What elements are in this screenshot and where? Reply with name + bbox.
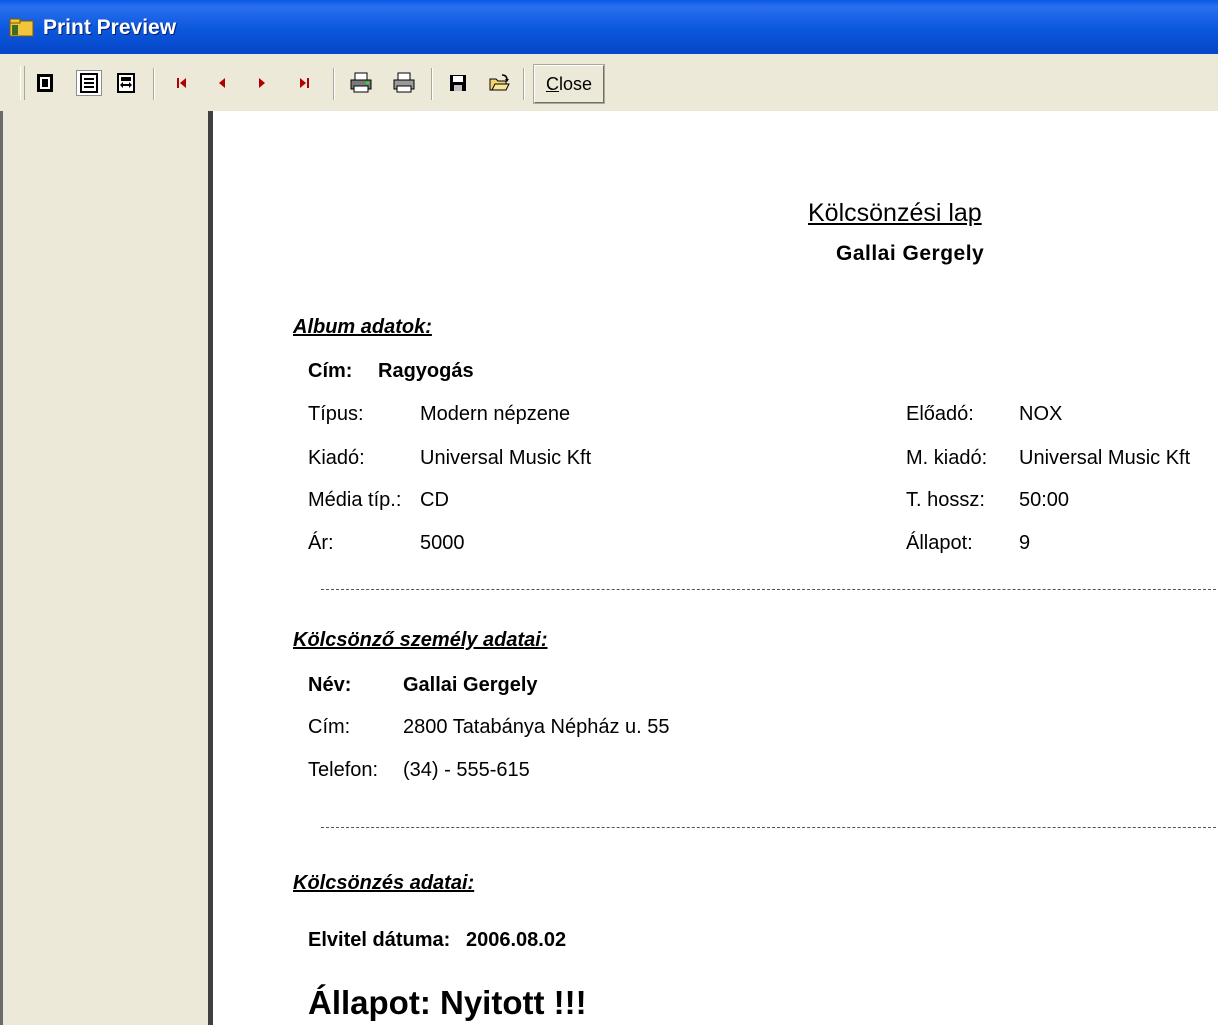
condition-value: 9 [1019,532,1031,554]
price-label: Ár: [308,532,334,554]
type-label: Típus: [308,403,364,425]
next-page-icon[interactable] [250,71,274,95]
status-label: Állapot: [308,984,431,1021]
person-heading: Kölcsönző személy adatai: [293,629,548,651]
title-bar: Print Preview [0,0,1218,54]
toolbar-separator [523,68,525,100]
last-page-icon[interactable] [292,71,316,95]
report-subtitle: Gallai Gergely [836,242,985,265]
rental-status: Állapot: Nyitott !!! [308,984,587,1022]
status-value: Nyitott !!! [440,984,587,1021]
previous-page-icon[interactable] [210,71,234,95]
length-label: T. hossz: [906,489,985,511]
open-icon[interactable] [487,71,511,95]
publisher-label: Kiadó: [308,447,365,469]
toolbar-separator [333,68,335,100]
media-label: Média típ.: [308,489,402,511]
save-icon[interactable] [446,71,470,95]
preview-left-margin [0,111,208,1025]
page-width-icon[interactable] [76,70,102,96]
address-value: 2800 Tatabánya Népház u. 55 [403,716,670,738]
close-button[interactable]: Close [533,64,605,104]
date-label: Elvitel dátuma: [308,929,451,951]
divider-line [321,589,1218,590]
address-label: Cím: [308,716,351,738]
toolbar-separator [431,68,433,100]
name-value: Gallai Gergely [403,674,538,696]
close-button-label: lose [558,74,593,94]
app-icon [9,18,34,37]
first-page-icon[interactable] [170,71,194,95]
album-title-label: Cím: [308,360,353,382]
mpublisher-label: M. kiadó: [906,447,988,469]
type-value: Modern népzene [420,403,571,425]
artist-label: Előadó: [906,403,974,425]
price-value: 5000 [420,532,465,554]
close-button-mnemonic: C [545,74,559,94]
toolbar [0,54,1218,112]
album-title-value: Ragyogás [378,360,474,382]
report-page: Kölcsönzési lap Gallai Gergely Album ada… [213,111,1218,1025]
publisher-value: Universal Music Kft [420,447,592,469]
report-title: Kölcsönzési lap [808,199,982,227]
window-title: Print Preview [43,16,177,39]
one-page-icon[interactable] [33,71,57,95]
phone-value: (34) - 555-615 [403,759,530,781]
name-label: Név: [308,674,352,696]
rental-heading: Kölcsönzés adatai: [293,872,475,894]
date-value: 2006.08.02 [466,929,567,951]
zoom-fit-icon[interactable] [114,71,138,95]
divider-line [321,827,1218,828]
length-value: 50:00 [1019,489,1070,511]
phone-label: Telefon: [308,759,379,781]
condition-label: Állapot: [906,532,973,554]
album-heading: Album adatok: [293,316,432,338]
mpublisher-value: Universal Music Kft [1019,447,1191,469]
toolbar-separator [153,68,155,100]
print-setup-icon[interactable] [349,71,373,95]
media-value: CD [420,489,449,511]
artist-value: NOX [1019,403,1063,425]
print-icon[interactable] [392,71,416,95]
toolbar-grip[interactable] [20,66,25,100]
